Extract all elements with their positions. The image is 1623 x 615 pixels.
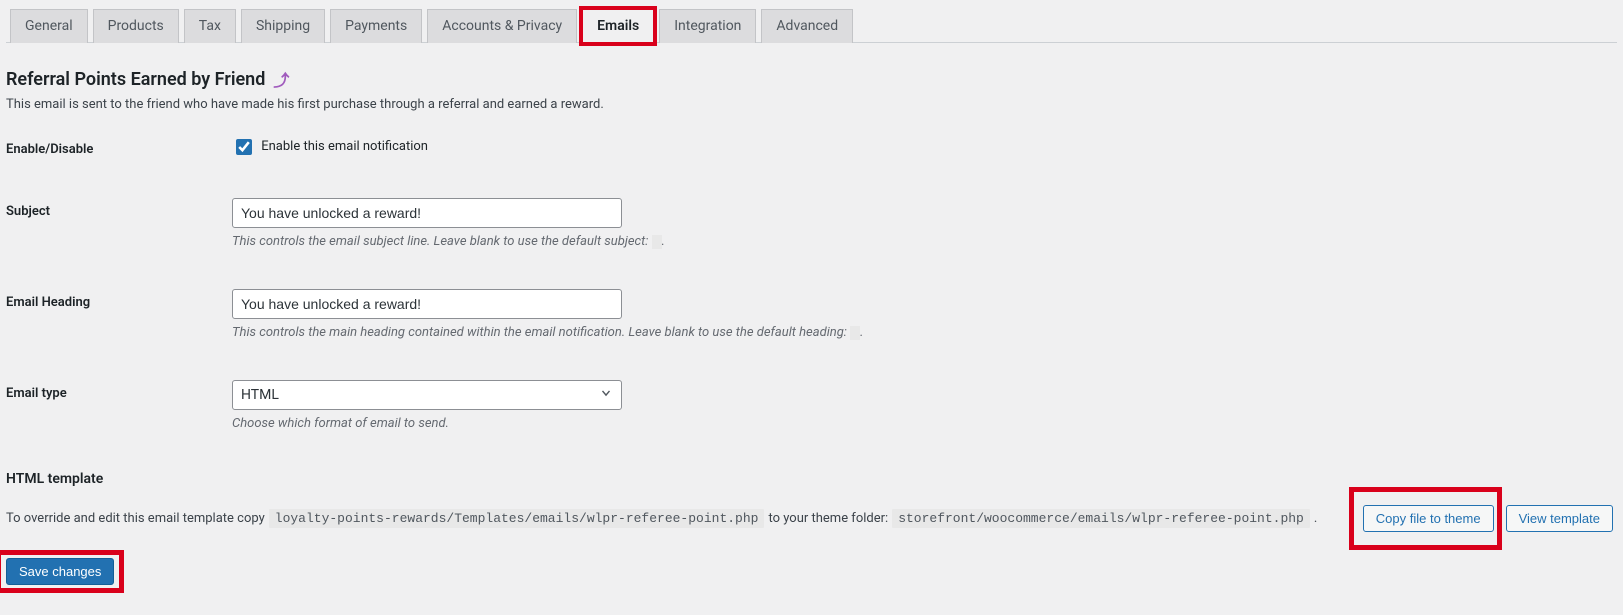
subject-default-placeholder: [652, 235, 662, 249]
tab-products[interactable]: Products: [93, 9, 179, 43]
label-subject: Subject: [6, 198, 232, 219]
view-template-button[interactable]: View template: [1506, 505, 1613, 532]
template-text-after: .: [1314, 511, 1317, 526]
label-email-heading: Email Heading: [6, 289, 232, 310]
template-text-before: To override and edit this email template…: [6, 511, 265, 526]
tab-general[interactable]: General: [10, 9, 88, 43]
page-title: Referral Points Earned by Friend ⤴: [6, 67, 1617, 91]
template-source-path: loyalty-points-rewards/Templates/emails/…: [269, 509, 765, 528]
enable-notification-label[interactable]: Enable this email notification: [232, 139, 428, 154]
save-changes-button[interactable]: Save changes: [6, 558, 114, 585]
html-template-title: HTML template: [6, 471, 1617, 487]
chevron-down-icon: [599, 386, 613, 404]
page-title-text: Referral Points Earned by Friend: [6, 69, 265, 90]
subject-help: This controls the email subject line. Le…: [232, 234, 1617, 249]
tab-emails[interactable]: Emails: [582, 9, 654, 43]
tab-payments[interactable]: Payments: [330, 9, 422, 43]
settings-tabs: General Products Tax Shipping Payments A…: [6, 0, 1617, 43]
email-type-select[interactable]: HTML: [232, 380, 622, 410]
enable-notification-text: Enable this email notification: [261, 139, 428, 154]
email-heading-input[interactable]: [232, 289, 622, 319]
template-text-mid: to your theme folder:: [768, 511, 888, 526]
tab-advanced[interactable]: Advanced: [761, 9, 853, 43]
email-heading-help: This controls the main heading contained…: [232, 325, 1617, 340]
back-link-icon[interactable]: ⤴: [273, 67, 289, 91]
subject-input[interactable]: [232, 198, 622, 228]
enable-notification-checkbox[interactable]: [236, 139, 252, 155]
heading-default-placeholder: [850, 326, 860, 340]
label-email-type: Email type: [6, 380, 232, 401]
template-target-path: storefront/woocommerce/emails/wlpr-refer…: [892, 509, 1310, 528]
email-type-value: HTML: [241, 387, 279, 403]
tab-integration[interactable]: Integration: [659, 9, 756, 43]
label-enable-disable: Enable/Disable: [6, 136, 232, 157]
tab-shipping[interactable]: Shipping: [241, 9, 325, 43]
copy-file-to-theme-button[interactable]: Copy file to theme: [1363, 505, 1494, 532]
tab-tax[interactable]: Tax: [184, 9, 236, 43]
tab-accounts-privacy[interactable]: Accounts & Privacy: [427, 9, 577, 43]
email-type-help: Choose which format of email to send.: [232, 416, 1617, 431]
page-description: This email is sent to the friend who hav…: [6, 97, 1617, 112]
